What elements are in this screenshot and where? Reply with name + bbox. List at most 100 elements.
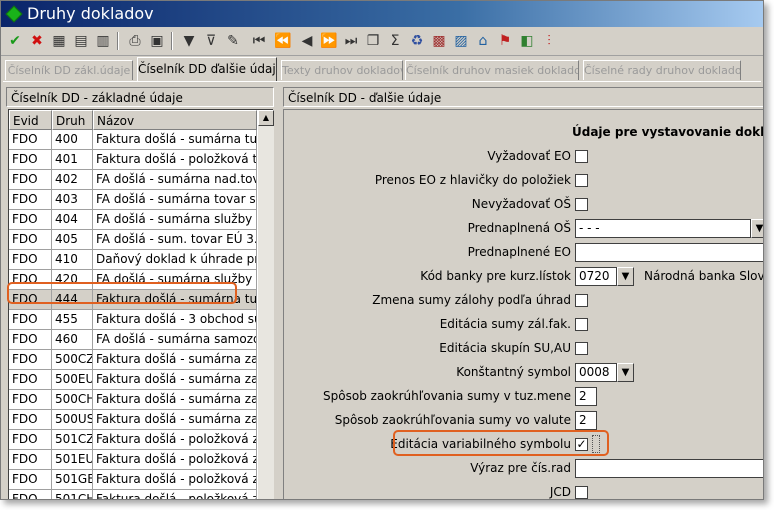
main-window: Druhy dokladov ✔ ✖ ▦ ▤ ▥ ⎙ ▣ ▼ ⊽ ✎ ⏮ ⏪ ◀… <box>0 0 764 500</box>
section-title: Údaje pre vystavovanie dokladu <box>572 125 764 139</box>
print-icon[interactable]: ⎙ <box>125 31 145 51</box>
document-types-grid[interactable]: Evid Druh Názov FDO 400 Faktura došlá - su… <box>8 109 274 499</box>
cell-nazov: FA došlá - sumárna služby z l <box>93 210 257 230</box>
dropdown-os-chevron-down-icon[interactable]: ▼ <box>751 219 763 238</box>
input-prednaplnene-eo[interactable] <box>575 243 763 262</box>
table-row[interactable]: FDO 405 FA došlá - sum. tovar EÚ 3.st <box>9 230 257 250</box>
label-prenos-eo: Prenos EO z hlavičky do položiek <box>374 173 571 187</box>
calendar-icon[interactable]: ▩ <box>429 31 449 51</box>
cell-evid: FDO <box>9 150 52 170</box>
prev-icon[interactable]: ◀ <box>297 31 317 51</box>
table-row[interactable]: FDO 500US Faktura došlá - sumárna zah <box>9 410 257 430</box>
checkbox-nevyzadovat-os[interactable] <box>575 198 588 211</box>
input-zaokr-valuta[interactable]: 2 <box>575 411 597 430</box>
last-page-icon[interactable]: ⏭ <box>341 31 361 51</box>
grid-delete-icon[interactable]: ▥ <box>93 31 113 51</box>
table-row[interactable]: FDO 501CH Faktura došlá - položková zah <box>9 490 257 499</box>
table-row[interactable]: FDO 501EU Faktura došlá - položková zah <box>9 450 257 470</box>
bank-name-text: Národná banka Slove <box>644 269 764 283</box>
sum-icon[interactable]: Σ <box>385 31 405 51</box>
cell-nazov: FA došlá - sumárna služby z l <box>93 270 257 290</box>
cell-nazov: Faktura došlá - sumárna zah <box>93 390 257 410</box>
label-editacia-vs: Editácia variabilného symbolu <box>390 437 571 451</box>
checkbox-editacia-sumy[interactable] <box>575 318 588 331</box>
tab-ciselnik-dalsie[interactable]: Číselník DD ďalšie údaje <box>137 57 277 81</box>
table-row[interactable]: FDO 500CH Faktura došlá - sumárna zah <box>9 390 257 410</box>
toolbar: ✔ ✖ ▦ ▤ ▥ ⎙ ▣ ▼ ⊽ ✎ ⏮ ⏪ ◀ ⏩ ⏭ ❐ Σ ♻ ▩ ▨ … <box>1 28 763 56</box>
checkbox-prenos-eo[interactable] <box>575 174 588 187</box>
grid-icon[interactable]: ▦ <box>49 31 69 51</box>
table-row[interactable]: FDO 455 Faktura došlá - 3 obchod sur <box>9 310 257 330</box>
table-row[interactable]: FDO 402 FA došlá - sumárna nad.tova <box>9 170 257 190</box>
vertical-scrollbar[interactable]: ▲ <box>258 110 274 499</box>
input-zaokr-tuz[interactable]: 2 <box>575 387 597 406</box>
column-header-nazov[interactable]: Názov <box>93 110 257 130</box>
label-wrap: Editácia skupín SU,AU <box>284 341 571 357</box>
tab-texty[interactable]: Texty druhov dokladov <box>281 60 403 80</box>
trash-icon[interactable]: ♻ <box>407 31 427 51</box>
column-header-druh[interactable]: Druh <box>52 110 93 130</box>
check-icon[interactable]: ✔ <box>5 31 25 51</box>
cross-icon[interactable]: ✖ <box>27 31 47 51</box>
cell-druh: 501EU <box>52 450 93 470</box>
table-row[interactable]: FDO 410 Daňový doklad k úhrade pred <box>9 250 257 270</box>
chart-icon[interactable]: ▨ <box>451 31 471 51</box>
label-wrap: Prednaplnená OŠ <box>284 221 571 237</box>
first-icon[interactable]: ⏮ <box>249 31 269 51</box>
prev-page-icon[interactable]: ⏪ <box>273 31 293 51</box>
input-kod-banky[interactable]: 0720 <box>575 267 617 286</box>
table-row[interactable]: FDO 460 FA došlá - sumárna samozda <box>9 330 257 350</box>
settings-icon[interactable]: ⫶ <box>539 31 559 51</box>
column-header-evid[interactable]: Evid <box>9 110 52 130</box>
toolbar-separator <box>117 32 119 50</box>
tab-masky[interactable]: Číselník druhov masiek dokladov <box>405 60 579 80</box>
checkbox-zmena-sumy[interactable] <box>575 294 588 307</box>
label-wrap: Konštantný symbol <box>284 365 571 381</box>
flag-icon[interactable]: ⚑ <box>495 31 515 51</box>
table-row[interactable]: FDO 400 Faktura došlá - sumárna tuz <box>9 130 257 150</box>
next-icon[interactable]: ⏩ <box>319 31 339 51</box>
table-row[interactable]: FDO 404 FA došlá - sumárna služby z l <box>9 210 257 230</box>
label-prednaplnene-eo: Prednaplnené EO <box>467 245 571 259</box>
table-row[interactable]: FDO 501GB Faktura došlá - položková zah <box>9 470 257 490</box>
cell-nazov: Faktura došlá - položková zah <box>93 490 257 499</box>
cell-evid: FDO <box>9 230 52 250</box>
cell-evid: FDO <box>9 490 52 499</box>
table-row[interactable]: FDO 500EU Faktura došlá - sumárna zah <box>9 370 257 390</box>
scroll-up-icon[interactable]: ▲ <box>258 110 274 126</box>
tab-ciselnik-zakl[interactable]: Číselník DD zákl.údaje <box>5 60 133 80</box>
cell-nazov: FA došlá - sumárna tovar s m <box>93 190 257 210</box>
dropdown-banka-chevron-down-icon[interactable]: ▼ <box>617 267 634 286</box>
grid-add-icon[interactable]: ▤ <box>71 31 91 51</box>
table-row[interactable]: FDO 500CZ Faktura došlá - sumárna zah <box>9 350 257 370</box>
checkbox-editacia-vs[interactable]: ✓ <box>575 438 588 451</box>
input-vyraz[interactable] <box>575 459 763 478</box>
table-row[interactable]: FDO 403 FA došlá - sumárna tovar s m <box>9 190 257 210</box>
cell-nazov: Faktura došlá - sumárna zah <box>93 350 257 370</box>
label-wrap: Editácia variabilného symbolu <box>284 437 571 453</box>
cell-evid: FDO <box>9 350 52 370</box>
filter-icon[interactable]: ▼ <box>179 31 199 51</box>
cell-druh: 460 <box>52 330 93 350</box>
tab-ciselne-rady[interactable]: Číselné rady druhov dokladov <box>583 60 741 80</box>
filter-edit-icon[interactable]: ✎ <box>223 31 243 51</box>
preview-icon[interactable]: ▣ <box>147 31 167 51</box>
table-row[interactable]: FDO 444 Faktura došlá - sumárna tuz <box>9 290 257 310</box>
input-konst-symbol[interactable]: 0008 <box>575 363 617 382</box>
table-row[interactable]: FDO 420 FA došlá - sumárna služby z l <box>9 270 257 290</box>
dropdown-ks-chevron-down-icon[interactable]: ▼ <box>617 363 634 382</box>
copy-icon[interactable]: ❐ <box>363 31 383 51</box>
table-row[interactable]: FDO 501CZ Faktura došlá - položková zah <box>9 430 257 450</box>
input-prednaplnena-os[interactable]: - - - <box>575 219 751 238</box>
cell-evid: FDO <box>9 470 52 490</box>
filter-clear-icon[interactable]: ⊽ <box>201 31 221 51</box>
cell-druh: 420 <box>52 270 93 290</box>
cell-evid: FDO <box>9 250 52 270</box>
home-icon[interactable]: ⌂ <box>473 31 493 51</box>
checkbox-editacia-skupin[interactable] <box>575 342 588 355</box>
checkbox-jcd[interactable] <box>575 486 588 499</box>
export-icon[interactable]: ◧ <box>517 31 537 51</box>
table-row[interactable]: FDO 401 Faktura došlá - položková tuz <box>9 150 257 170</box>
checkbox-vyzadovat-eo[interactable] <box>575 150 588 163</box>
title-bar[interactable]: Druhy dokladov <box>1 1 763 27</box>
